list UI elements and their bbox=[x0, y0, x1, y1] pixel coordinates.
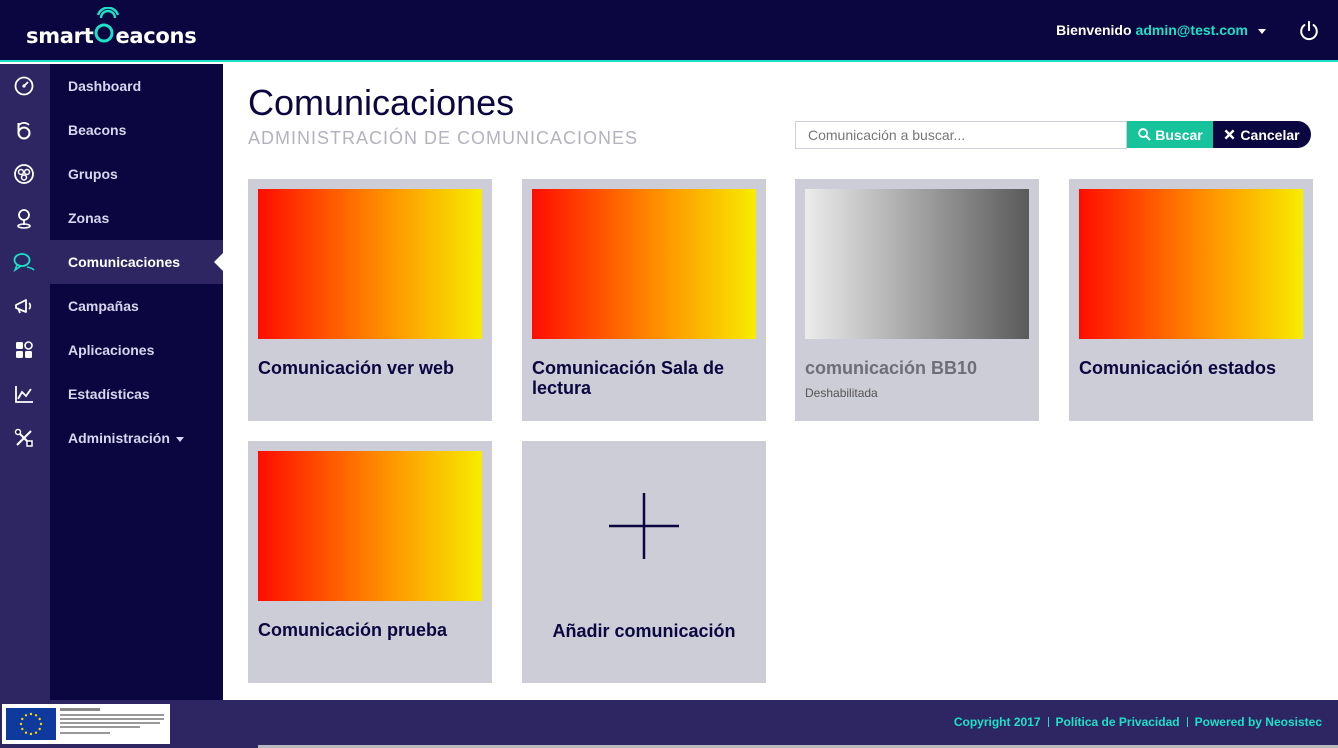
card-title: Comunicación Sala de lectura bbox=[532, 358, 725, 398]
eu-flag-icon bbox=[6, 708, 56, 740]
card-thumbnail bbox=[258, 451, 482, 601]
card-thumbnail bbox=[532, 189, 756, 339]
card-thumbnail bbox=[1079, 189, 1303, 339]
sidebar-item-label: Comunicaciones bbox=[68, 254, 181, 270]
communication-card[interactable]: comunicación BB10 Deshabilitada bbox=[795, 179, 1039, 421]
chevron-down-icon[interactable] bbox=[1258, 28, 1266, 34]
smartbeacons-logo[interactable]: smart eacons bbox=[26, 7, 197, 48]
beacon-icon bbox=[17, 122, 31, 140]
sidebar-item-estadisticas[interactable]: Estadísticas bbox=[0, 372, 223, 416]
footer-divider bbox=[1047, 717, 1049, 727]
sidebar-item-label: Grupos bbox=[68, 166, 118, 182]
sidebar-item-label: Campañas bbox=[68, 298, 139, 314]
sidebar-item-grupos[interactable]: Grupos bbox=[0, 152, 223, 196]
sidebar-item-dashboard[interactable]: Dashboard bbox=[0, 64, 223, 108]
card-title: Comunicación ver web bbox=[258, 358, 455, 378]
sidebar-item-administracion[interactable]: Administración bbox=[0, 416, 223, 460]
communication-card[interactable]: Comunicación ver web bbox=[248, 179, 492, 421]
user-email[interactable]: admin@test.com bbox=[1136, 22, 1248, 38]
logo-b-icon bbox=[94, 23, 114, 43]
powered-by-link[interactable]: Powered by Neosistec bbox=[1195, 715, 1322, 729]
sidebar-item-zonas[interactable]: Zonas bbox=[0, 196, 223, 240]
card-title: Comunicación estados bbox=[1079, 358, 1277, 378]
close-icon bbox=[1224, 129, 1235, 140]
sidebar-item-aplicaciones[interactable]: Aplicaciones bbox=[0, 328, 223, 372]
cancel-button[interactable]: Cancelar bbox=[1213, 121, 1311, 148]
signal-waves-icon bbox=[97, 7, 120, 19]
power-icon[interactable] bbox=[1298, 20, 1320, 42]
welcome-text: Bienvenido bbox=[1056, 22, 1132, 38]
apps-grid-icon bbox=[16, 341, 33, 358]
sidebar-item-label: Beacons bbox=[68, 122, 127, 138]
top-bar: smart eacons Bienvenido admin@test.com bbox=[0, 0, 1338, 62]
chart-icon bbox=[15, 386, 33, 403]
communication-card[interactable]: Comunicación Sala de lectura bbox=[522, 179, 766, 421]
eu-funding-text bbox=[60, 708, 166, 734]
chevron-down-icon bbox=[175, 436, 184, 442]
add-communication-label: Añadir comunicación bbox=[552, 621, 736, 641]
sidebar-item-comunicaciones[interactable]: Comunicaciones bbox=[0, 240, 223, 284]
user-menu[interactable]: Bienvenido admin@test.com bbox=[1056, 22, 1266, 38]
search-input[interactable] bbox=[795, 121, 1127, 149]
search-button-label: Buscar bbox=[1155, 126, 1203, 143]
tools-icon bbox=[14, 428, 33, 447]
search-button[interactable]: Buscar bbox=[1127, 121, 1214, 148]
footer-links: Copyright 2017 Política de Privacidad Po… bbox=[954, 715, 1322, 729]
sidebar-item-label: Zonas bbox=[68, 210, 110, 226]
communication-card[interactable]: Comunicación estados bbox=[1069, 179, 1313, 421]
page-subtitle: ADMINISTRACIÓN DE COMUNICACIONES bbox=[248, 128, 639, 148]
logo-text-eacons: eacons bbox=[115, 24, 197, 48]
logo-b-glyph bbox=[93, 7, 120, 48]
groups-icon bbox=[14, 164, 34, 184]
footer-divider bbox=[1186, 717, 1188, 727]
sidebar-item-label: Estadísticas bbox=[68, 386, 150, 402]
logo-text-smart: smart bbox=[26, 24, 94, 48]
sidebar-item-label: Dashboard bbox=[68, 78, 142, 94]
card-thumbnail bbox=[258, 189, 482, 339]
copyright-text: Copyright 2017 bbox=[953, 715, 1041, 729]
chat-icon bbox=[13, 253, 35, 273]
sidebar-item-label-text: Administración bbox=[68, 430, 170, 446]
card-status: Deshabilitada bbox=[805, 386, 878, 400]
footer: Copyright 2017 Política de Privacidad Po… bbox=[0, 700, 1338, 748]
cancel-button-label: Cancelar bbox=[1240, 126, 1300, 143]
privacy-link[interactable]: Política de Privacidad bbox=[1056, 715, 1180, 729]
page-title: Comunicaciones bbox=[248, 82, 515, 123]
card-thumbnail bbox=[805, 189, 1029, 339]
card-title: comunicación BB10 bbox=[805, 358, 978, 378]
eu-funding-logo bbox=[2, 704, 170, 744]
plus-icon bbox=[609, 493, 679, 559]
add-communication-card[interactable]: Añadir comunicación bbox=[522, 441, 766, 683]
sidebar-item-campanas[interactable]: Campañas bbox=[0, 284, 223, 328]
megaphone-icon bbox=[15, 299, 32, 314]
sidebar-item-label: Administración bbox=[68, 430, 184, 446]
location-pin-icon bbox=[17, 209, 31, 229]
communication-card[interactable]: Comunicación prueba bbox=[248, 441, 492, 683]
dashboard-icon bbox=[14, 76, 34, 96]
sidebar-item-beacons[interactable]: Beacons bbox=[0, 108, 223, 152]
card-title: Comunicación prueba bbox=[258, 620, 448, 640]
sidebar-item-label: Aplicaciones bbox=[68, 342, 155, 358]
search-icon bbox=[1138, 128, 1152, 141]
